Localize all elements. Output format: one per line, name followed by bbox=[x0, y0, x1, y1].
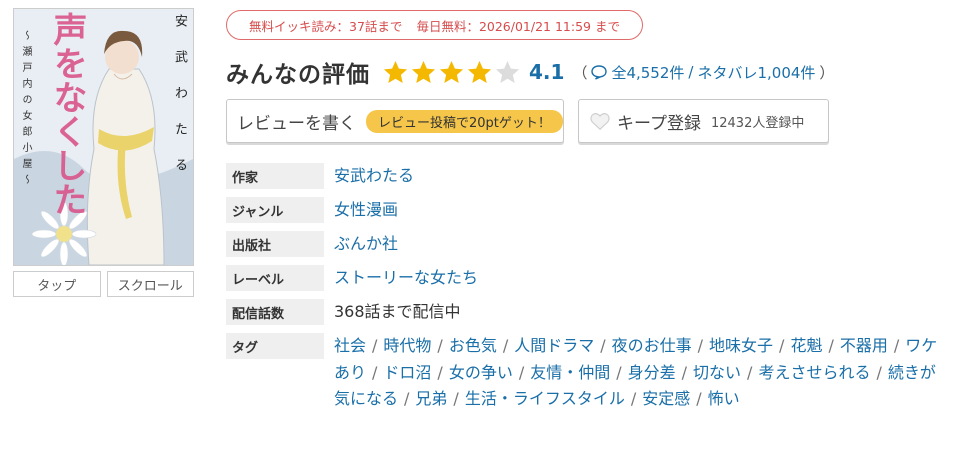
publisher-link[interactable]: ぶんか社 bbox=[334, 231, 398, 257]
tag-separator: / bbox=[697, 336, 704, 355]
tags-label: タグ bbox=[226, 333, 324, 359]
write-review-label: レビューを書く bbox=[237, 113, 356, 134]
write-review-button[interactable]: レビューを書く レビュー投稿で20ptゲット！ bbox=[226, 99, 564, 143]
author-label: 作家 bbox=[226, 163, 324, 189]
open-paren: （ bbox=[572, 63, 588, 82]
tab-tap[interactable]: タップ bbox=[13, 271, 101, 297]
keep-button[interactable]: キープ登録 12432人登録中 bbox=[578, 99, 829, 143]
info-row-publisher: 出版社 ぶんか社 bbox=[226, 231, 946, 257]
tag-separator: / bbox=[600, 336, 606, 355]
tag-separator: / bbox=[372, 362, 378, 382]
episodes-label: 配信話数 bbox=[226, 299, 324, 325]
author-link[interactable]: 安武わたる bbox=[334, 163, 414, 189]
label-link[interactable]: ストーリーな女たち bbox=[334, 265, 478, 291]
tag-separator: / bbox=[893, 336, 900, 355]
tag-separator: / bbox=[437, 336, 443, 355]
tag-separator: / bbox=[696, 389, 702, 408]
episodes-value: 368話まで配信中 bbox=[334, 302, 461, 321]
star-filled-icon bbox=[439, 60, 464, 83]
tag-link[interactable]: ドロ沼 bbox=[383, 363, 431, 382]
tag-separator: / bbox=[747, 362, 753, 382]
tag-separator: / bbox=[876, 362, 882, 382]
rating-stars bbox=[382, 59, 521, 86]
spoiler-reviews-link[interactable]: ネタバレ1,004件 bbox=[697, 62, 815, 83]
rating-value: 4.1 bbox=[529, 60, 565, 84]
daily-free-text: 毎日無料：2026/01/21 11:59 まで bbox=[416, 18, 620, 34]
tag-link[interactable]: 女の争い bbox=[449, 363, 513, 382]
info-row-tags: タグ 社会 / 時代物 / お色気 / 人間ドラマ / 夜のお仕事 / 地味女子 / 花魁 / 不器用 / ワケ… bbox=[226, 333, 946, 413]
tag-link[interactable]: 考えさせられる bbox=[758, 363, 870, 382]
tag-link[interactable]: 切ない bbox=[693, 363, 741, 382]
tag-separator: / bbox=[616, 362, 622, 382]
cover-subtitle-text: ～瀬戸内の女郎小屋～ bbox=[20, 30, 31, 190]
tag-link[interactable]: 社会 bbox=[334, 336, 366, 355]
review-counts: （ 全4,552件 / ネタバレ1,004件 ） bbox=[572, 62, 834, 83]
tag-separator: / bbox=[779, 336, 785, 355]
cover-image[interactable] bbox=[13, 8, 194, 266]
info-table: 作家 安武わたる ジャンル 女性漫画 出版社 ぶんか社 レーベル ストーリーな女… bbox=[226, 163, 946, 421]
star-filled-icon bbox=[383, 60, 408, 83]
free-read-text: 無料イッキ読み：37話まで bbox=[249, 18, 403, 34]
publisher-label: 出版社 bbox=[226, 231, 324, 257]
tab-scroll[interactable]: スクロール bbox=[106, 271, 194, 297]
all-reviews-link[interactable]: 全4,552件 bbox=[611, 62, 684, 83]
close-paren: ） bbox=[819, 63, 835, 82]
tag-link[interactable]: 生活・ライフスタイル bbox=[465, 389, 625, 408]
tag-separator: / bbox=[453, 389, 459, 408]
tag-link[interactable]: 怖い bbox=[708, 389, 740, 408]
info-row-genre: ジャンル 女性漫画 bbox=[226, 197, 946, 223]
tag-separator: / bbox=[828, 336, 834, 355]
tag-link[interactable]: 人間ドラマ bbox=[514, 336, 594, 355]
info-row-episodes: 配信話数 368話まで配信中 bbox=[226, 299, 946, 325]
genre-link[interactable]: 女性漫画 bbox=[334, 197, 398, 223]
rating-row: みんなの評価 4.1 （ 全4,552件 / ネタバレ1,004件 ） bbox=[226, 52, 834, 92]
view-mode-tabs: タップ スクロール bbox=[13, 271, 194, 297]
tag-link[interactable]: 友情・仲間 bbox=[530, 363, 610, 382]
review-promo-badge: レビュー投稿で20ptゲット！ bbox=[366, 109, 563, 133]
tag-separator: / bbox=[681, 362, 688, 382]
free-reading-badge: 無料イッキ読み：37話まで 毎日無料：2026/01/21 11:59 まで bbox=[226, 10, 643, 40]
star-filled-icon bbox=[411, 60, 436, 83]
heart-icon bbox=[590, 113, 610, 131]
keep-label: キープ登録 bbox=[617, 113, 701, 134]
cover-author-text: 安 武 わ た る bbox=[172, 14, 187, 175]
tag-link[interactable]: 夜のお仕事 bbox=[612, 336, 692, 355]
reviews-slash: / bbox=[688, 63, 694, 81]
cover-title-art: 声をなくした bbox=[47, 12, 87, 216]
star-empty-icon bbox=[495, 60, 520, 83]
tag-link[interactable]: 兄弟 bbox=[415, 389, 447, 408]
genre-label: ジャンル bbox=[226, 197, 324, 223]
tag-separator: / bbox=[404, 389, 410, 408]
tag-link[interactable]: 花魁 bbox=[790, 336, 822, 355]
tag-separator: / bbox=[502, 336, 509, 355]
tag-separator: / bbox=[518, 362, 525, 382]
label-label: レーベル bbox=[226, 265, 324, 291]
tag-link[interactable]: お色気 bbox=[449, 336, 497, 355]
keep-count: 12432人登録中 bbox=[710, 115, 805, 131]
tag-separator: / bbox=[372, 336, 378, 355]
speech-bubble-icon bbox=[591, 65, 608, 80]
tag-link[interactable]: 身分差 bbox=[628, 363, 676, 382]
info-row-label: レーベル ストーリーな女たち bbox=[226, 265, 946, 291]
star-filled-icon bbox=[467, 60, 492, 83]
tag-separator: / bbox=[437, 362, 443, 382]
tag-separator: / bbox=[630, 389, 637, 408]
tag-link[interactable]: 地味女子 bbox=[709, 336, 773, 355]
info-row-author: 作家 安武わたる bbox=[226, 163, 946, 189]
tag-list: 社会 / 時代物 / お色気 / 人間ドラマ / 夜のお仕事 / 地味女子 / 花魁 / 不器用 / ワケあり /… bbox=[334, 333, 944, 413]
tag-link[interactable]: 時代物 bbox=[383, 336, 431, 355]
tag-link[interactable]: 不器用 bbox=[840, 336, 888, 355]
tag-link[interactable]: 安定感 bbox=[642, 389, 690, 408]
rating-title: みんなの評価 bbox=[226, 62, 370, 88]
